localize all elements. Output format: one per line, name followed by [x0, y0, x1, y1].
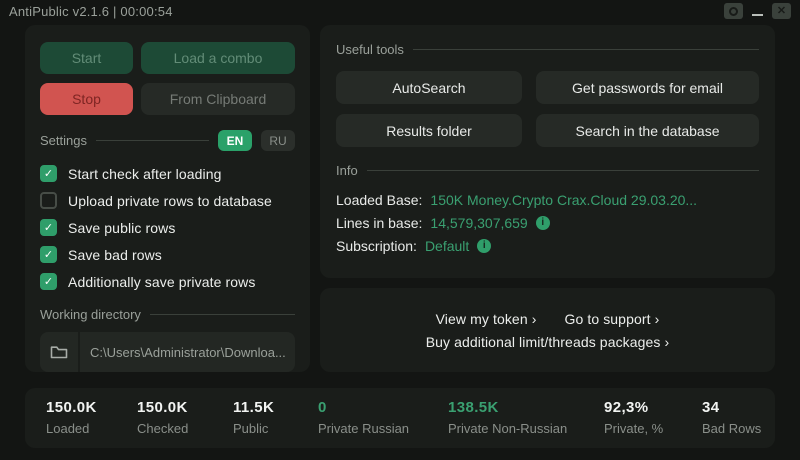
stat-bad-rows: 34 Bad Rows: [702, 399, 761, 436]
checkbox-label[interactable]: Save public rows: [68, 220, 175, 236]
info-section-header: Info: [336, 163, 759, 178]
stat-value: 150.0K: [137, 399, 188, 416]
circle-icon: [729, 7, 738, 16]
checkbox-row-upload-private[interactable]: ✓ Upload private rows to database: [40, 191, 295, 210]
stat-value: 11.5K: [233, 399, 274, 416]
settings-label: Settings: [40, 133, 87, 148]
checkbox[interactable]: ✓: [40, 219, 57, 236]
stat-label: Public: [233, 421, 274, 436]
loaded-base-value: 150K Money.Crypto Crax.Cloud 29.03.20...: [430, 192, 697, 208]
stat-value: 92,3%: [604, 399, 663, 416]
checkbox-row-save-public[interactable]: ✓ Save public rows: [40, 218, 295, 237]
stat-label: Bad Rows: [702, 421, 761, 436]
autosearch-button[interactable]: AutoSearch: [336, 71, 522, 104]
subscription-value: Default: [425, 238, 469, 254]
lines-in-base-key: Lines in base:: [336, 215, 422, 231]
close-icon: ✕: [777, 6, 786, 17]
lines-in-base-row: Lines in base: 14,579,307,659 i: [336, 214, 759, 231]
view-token-link[interactable]: View my token ›: [436, 311, 537, 327]
links-row-top: View my token › Go to support ›: [436, 311, 660, 327]
stat-label: Private Non-Russian: [448, 421, 567, 436]
info-tooltip-icon[interactable]: i: [536, 216, 550, 230]
subscription-key: Subscription:: [336, 238, 417, 254]
results-folder-button[interactable]: Results folder: [336, 114, 522, 147]
checkbox[interactable]: ✓: [40, 246, 57, 263]
links-row-bottom: Buy additional limit/threads packages ›: [426, 334, 670, 350]
start-button[interactable]: Start: [40, 42, 133, 74]
loaded-base-key: Loaded Base:: [336, 192, 422, 208]
settings-section-header: Settings EN RU: [40, 130, 295, 151]
tools-panel: Useful tools AutoSearch Get passwords fo…: [320, 25, 775, 278]
settings-checkbox-list: ✓ Start check after loading ✓ Upload pri…: [40, 164, 295, 291]
stat-label: Private Russian: [318, 421, 409, 436]
working-directory-field[interactable]: C:\Users\Administrator\Downloa...: [40, 332, 295, 372]
checkbox-label[interactable]: Additionally save private rows: [68, 274, 255, 290]
divider-line: [96, 140, 209, 141]
tool-buttons: AutoSearch Get passwords for email Resul…: [336, 71, 759, 147]
divider-line: [367, 170, 759, 171]
checkbox-row-save-private[interactable]: ✓ Additionally save private rows: [40, 272, 295, 291]
search-database-button[interactable]: Search in the database: [536, 114, 759, 147]
language-ru-button[interactable]: RU: [261, 130, 295, 151]
stop-button[interactable]: Stop: [40, 83, 133, 115]
stat-public: 11.5K Public: [233, 399, 274, 436]
language-en-button[interactable]: EN: [218, 130, 252, 151]
stat-label: Loaded: [46, 421, 97, 436]
stats-bar: 150.0K Loaded 150.0K Checked 11.5K Publi…: [25, 388, 775, 448]
checkbox[interactable]: ✓: [40, 165, 57, 182]
stat-label: Private, %: [604, 421, 663, 436]
window-controls: ✕: [724, 3, 791, 19]
window-title: AntiPublic v2.1.6 | 00:00:54: [9, 4, 173, 19]
info-label: Info: [336, 163, 358, 178]
titlebar: AntiPublic v2.1.6 | 00:00:54 ✕: [0, 0, 800, 22]
checkbox-label[interactable]: Start check after loading: [68, 166, 221, 182]
stat-label: Checked: [137, 421, 188, 436]
open-folder-button[interactable]: [40, 332, 80, 372]
checkbox-label[interactable]: Upload private rows to database: [68, 193, 272, 209]
divider-line: [413, 49, 759, 50]
window-circle-button[interactable]: [724, 3, 743, 19]
working-directory-path[interactable]: C:\Users\Administrator\Downloa...: [80, 345, 286, 360]
stat-private-russian: 0 Private Russian: [318, 399, 409, 436]
stat-loaded: 150.0K Loaded: [46, 399, 97, 436]
lines-in-base-value: 14,579,307,659: [430, 215, 527, 231]
go-to-support-link[interactable]: Go to support ›: [564, 311, 659, 327]
folder-icon: [50, 345, 68, 360]
buy-packages-link[interactable]: Buy additional limit/threads packages ›: [426, 334, 670, 350]
checkbox-row-save-bad[interactable]: ✓ Save bad rows: [40, 245, 295, 264]
useful-tools-label: Useful tools: [336, 42, 404, 57]
useful-tools-header: Useful tools: [336, 42, 759, 57]
divider-line: [150, 314, 295, 315]
get-passwords-button[interactable]: Get passwords for email: [536, 71, 759, 104]
working-directory-label: Working directory: [40, 307, 141, 322]
working-directory-header: Working directory: [40, 307, 295, 322]
action-buttons: Start Load a combo Stop From Clipboard: [40, 25, 295, 115]
load-combo-button[interactable]: Load a combo: [141, 42, 295, 74]
checkbox-label[interactable]: Save bad rows: [68, 247, 162, 263]
stat-value: 34: [702, 399, 761, 416]
info-tooltip-icon[interactable]: i: [477, 239, 491, 253]
stat-checked: 150.0K Checked: [137, 399, 188, 436]
links-panel: View my token › Go to support › Buy addi…: [320, 288, 775, 372]
stat-private-percent: 92,3% Private, %: [604, 399, 663, 436]
stat-value: 0: [318, 399, 409, 416]
stat-private-non-russian: 138.5K Private Non-Russian: [448, 399, 567, 436]
checkbox[interactable]: ✓: [40, 273, 57, 290]
minimize-icon: [752, 14, 763, 16]
checkbox-row-start-check[interactable]: ✓ Start check after loading: [40, 164, 295, 183]
stat-value: 138.5K: [448, 399, 567, 416]
stat-value: 150.0K: [46, 399, 97, 416]
loaded-base-row: Loaded Base: 150K Money.Crypto Crax.Clou…: [336, 191, 759, 208]
minimize-button[interactable]: [750, 3, 765, 19]
info-list: Loaded Base: 150K Money.Crypto Crax.Clou…: [336, 191, 759, 254]
control-panel: Start Load a combo Stop From Clipboard S…: [25, 25, 310, 372]
checkbox[interactable]: ✓: [40, 192, 57, 209]
close-button[interactable]: ✕: [772, 3, 791, 19]
from-clipboard-button[interactable]: From Clipboard: [141, 83, 295, 115]
subscription-row: Subscription: Default i: [336, 237, 759, 254]
